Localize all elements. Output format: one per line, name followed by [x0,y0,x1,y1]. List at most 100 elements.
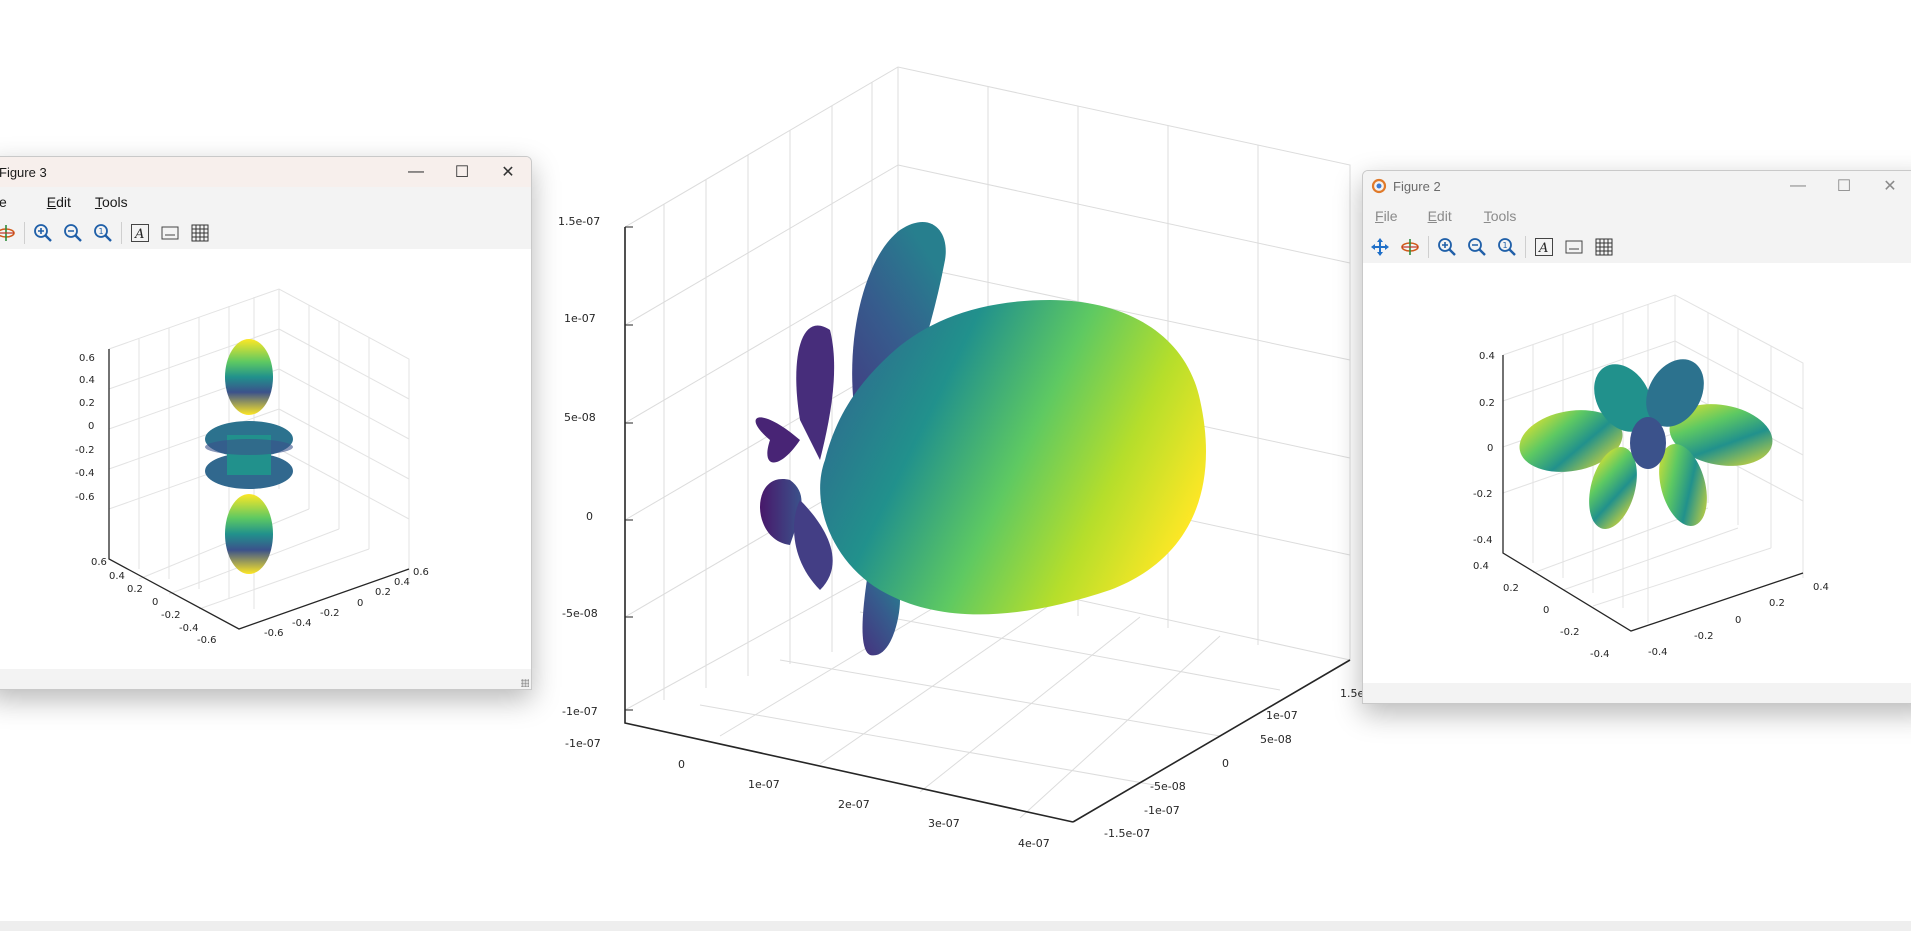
legend-icon [1565,240,1583,254]
tick-label: 0.4 [1473,561,1489,572]
tick-label: 0 [357,598,363,609]
pan-icon [1371,238,1389,256]
figure-3-window[interactable]: Figure 3 — ☐ ✕ e Edit Tools 1 A [0,156,532,690]
tick-label: -0.6 [264,628,284,639]
menu-edit[interactable]: Edit [19,194,83,210]
rotate-icon [0,225,15,241]
menu-tools[interactable]: Tools [83,194,140,210]
resize-grip[interactable] [521,679,529,687]
main-y-tick-labels: -1.5e-07 -1e-07 -5e-08 0 5e-08 1e-07 1.5… [1104,687,1368,840]
tick-label: 0.2 [1503,583,1519,594]
close-button[interactable]: ✕ [485,157,531,187]
maximize-button[interactable]: ☐ [439,157,485,187]
figure-2-status [1363,683,1911,703]
zoom-reset-button[interactable]: 1 [88,219,118,247]
tick-label: -0.4 [292,618,312,629]
main-z-tick-labels: 1.5e-07 1e-07 5e-08 0 -5e-08 -1e-07 [558,215,600,718]
figure-3-plot: 0.6 0.4 0.2 0 -0.2 -0.4 -0.6 0.6 0.4 0.2… [75,288,429,646]
tick-label: 0 [1222,757,1229,770]
close-button[interactable]: ✕ [1867,171,1911,201]
text-button[interactable]: A [125,219,155,247]
tick-label: -0.4 [1648,647,1668,658]
tick-label: 2e-07 [838,798,870,811]
tick-label: 0 [152,597,158,608]
zoom-out-button[interactable] [1462,233,1492,261]
tick-label: 0.6 [79,353,95,364]
toolbar: 1 A [1363,231,1911,264]
figure-3-canvas[interactable]: 0.6 0.4 0.2 0 -0.2 -0.4 -0.6 0.6 0.4 0.2… [0,249,531,669]
svg-text:A: A [134,227,144,242]
tick-label: -0.4 [1473,535,1493,546]
figure-2-titlebar[interactable]: Figure 2 — ☐ ✕ [1363,171,1911,201]
rotate-button[interactable] [1395,233,1425,261]
tick-label: -1e-07 [565,737,601,750]
figure-3-x-ticks: 0.6 0.4 0.2 0 -0.2 -0.4 -0.6 [91,557,217,646]
zoom-in-button[interactable] [1432,233,1462,261]
tick-label: 3e-07 [928,817,960,830]
tick-label: 0 [1487,443,1493,454]
tick-label: 0 [1735,615,1741,626]
tick-label: 0.4 [394,577,410,588]
tick-label: -1e-07 [1144,804,1180,817]
tick-label: 0.2 [1479,398,1495,409]
radiation-pattern-surface [755,221,1206,656]
svg-text:1: 1 [1503,241,1508,250]
tick-label: 0.2 [1769,598,1785,609]
tick-label: -0.2 [1560,627,1580,638]
tick-label: -0.2 [75,445,95,456]
menubar: File Edit Tools [1363,201,1911,231]
zoom-out-button[interactable] [58,219,88,247]
text-button[interactable]: A [1529,233,1559,261]
figure-3-titlebar[interactable]: Figure 3 — ☐ ✕ [0,157,531,187]
tick-label: 0.4 [79,375,95,386]
menubar: e Edit Tools [0,187,531,217]
zoom-in-icon [34,224,52,242]
tick-label: 0.4 [1813,582,1829,593]
tick-label: 0.2 [375,587,391,598]
grid-button[interactable] [1589,233,1619,261]
figure-2-z-ticks: 0.4 0.2 0 -0.2 -0.4 [1473,351,1495,546]
menu-edit[interactable]: Edit [1410,208,1464,224]
tick-label: 0.2 [127,584,143,595]
tick-label: 0.4 [1479,351,1495,362]
legend-button[interactable] [1559,233,1589,261]
menu-file[interactable]: File [1363,208,1410,224]
window-title: Figure 3 [0,164,47,180]
zoom-in-button[interactable] [28,219,58,247]
tick-label: 1e-07 [748,778,780,791]
figure-2-y-ticks: -0.4 -0.2 0 0.2 0.4 [1648,582,1829,658]
menu-tools[interactable]: Tools [1464,208,1529,224]
tick-label: 1e-07 [1266,709,1298,722]
minimize-button[interactable]: — [393,157,439,187]
tick-label: -0.2 [1473,489,1493,500]
grid-button[interactable] [185,219,215,247]
maximize-button[interactable]: ☐ [1821,171,1867,201]
tick-label: -5e-08 [562,607,598,620]
minimize-button[interactable]: — [1775,171,1821,201]
minimize-icon: — [1790,177,1806,194]
pan-button[interactable] [1365,233,1395,261]
rotate-button[interactable] [0,219,21,247]
tick-label: -0.6 [75,492,95,503]
figure-2-canvas[interactable]: 0.4 0.2 0 -0.2 -0.4 0.4 0.2 0 -0.2 -0.4 … [1363,263,1911,683]
zoom-out-icon [1468,238,1486,256]
tick-label: -5e-08 [1150,780,1186,793]
tick-label: -0.4 [179,623,199,634]
close-icon: ✕ [1883,178,1897,195]
minimize-icon: — [408,163,424,180]
figure-3-z-ticks: 0.6 0.4 0.2 0 -0.2 -0.4 -0.6 [75,353,95,503]
menu-file[interactable]: e [0,194,19,210]
tick-label: -0.6 [197,635,217,646]
tick-label: -1e-07 [562,705,598,718]
figure-3-status [0,669,531,689]
toolbar: 1 A [0,217,531,250]
tick-label: 1e-07 [564,312,596,325]
window-title: Figure 2 [1393,178,1441,194]
legend-button[interactable] [155,219,185,247]
figure-2-window[interactable]: Figure 2 — ☐ ✕ File Edit Tools 1 A 0.4 0… [1362,170,1911,704]
tick-label: 0 [678,758,685,771]
text-icon: A [131,224,149,242]
zoom-reset-button[interactable]: 1 [1492,233,1522,261]
octave-app-icon [1371,178,1387,194]
tick-label: 1.5e-07 [558,215,600,228]
